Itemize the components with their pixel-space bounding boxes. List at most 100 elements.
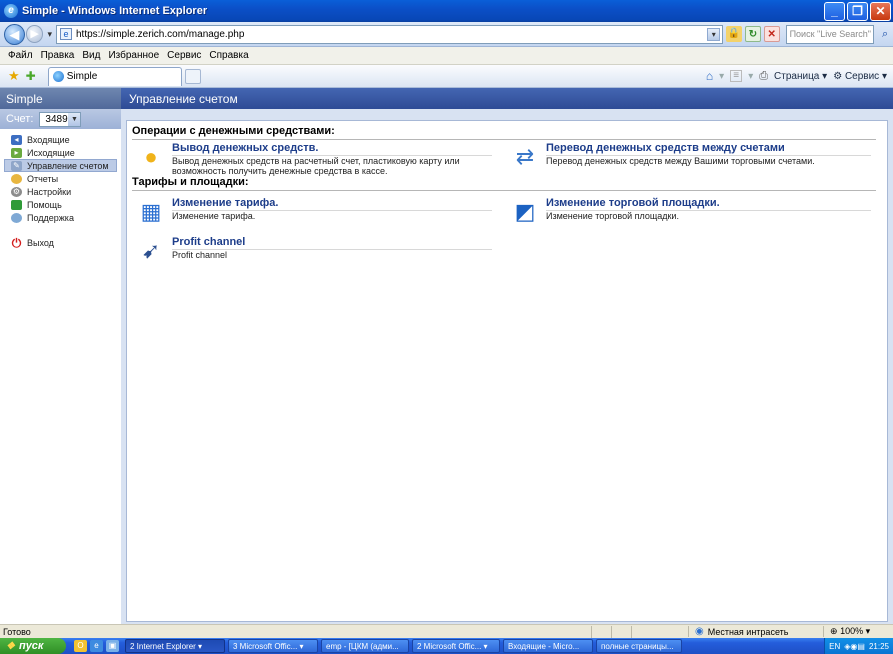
- sidebar: Счет: 3489 ▼ ◂ Входящие ▸ Исходящие ✎ Управ…: [0, 109, 121, 624]
- minimize-button[interactable]: _: [824, 1, 845, 21]
- sidebar-item-outbox[interactable]: ▸ Исходящие: [0, 146, 121, 159]
- reports-icon: [11, 173, 22, 184]
- history-dropdown-icon[interactable]: ▾: [47, 29, 52, 40]
- sidebar-item-label: Входящие: [27, 134, 70, 145]
- taskbar-item-inbox[interactable]: Входящие - Micro...: [503, 639, 593, 653]
- show-desktop-icon[interactable]: ▣: [106, 640, 119, 652]
- sidebar-item-manage[interactable]: ✎ Управление счетом: [4, 159, 117, 172]
- print-icon[interactable]: ⎙: [759, 70, 768, 83]
- title-bar[interactable]: e Simple - Windows Internet Explorer _ ❐…: [0, 0, 893, 22]
- globe-icon: ◉: [695, 626, 704, 637]
- tab-page-icon: [52, 71, 64, 82]
- ie-logo-icon: e: [4, 4, 18, 18]
- manage-icon: ✎: [11, 160, 22, 171]
- favorites-star-icon[interactable]: ★: [8, 68, 20, 84]
- taskbar-item-office2[interactable]: 2 Microsoft Offic... ▾: [412, 639, 500, 653]
- address-field[interactable]: e https://simple.zerich.com/manage.php ▾: [55, 24, 724, 44]
- taskbar-item-label: Входящие - Micro...: [508, 641, 580, 651]
- search-input[interactable]: Поиск "Live Search": [785, 24, 875, 44]
- page-icon: e: [59, 28, 72, 40]
- sidebar-item-label: Помощь: [27, 199, 62, 210]
- menu-favorites[interactable]: Избранное: [108, 50, 159, 61]
- taskbar-item-label: 2 Internet Explorer: [130, 641, 196, 651]
- lock-icon[interactable]: 🔒: [726, 26, 743, 42]
- tab-bar: ★ ✚ Simple ⌂ ▾ ≡ ▾ ⎙ Страница ▾ ⚙ Сервис…: [0, 65, 893, 88]
- sidebar-item-label: Поддержка: [27, 212, 74, 223]
- withdraw-link[interactable]: Вывод денежных средств.: [172, 142, 492, 156]
- taskbar-item-pages[interactable]: полные страницы...: [596, 639, 682, 653]
- taskbar-item-label: полные страницы...: [601, 641, 674, 651]
- platform-item[interactable]: ◩ Изменение торговой площадки. Изменение…: [506, 197, 876, 227]
- support-icon: [11, 212, 22, 223]
- zone-label: Местная интрасеть: [707, 626, 789, 637]
- search-icon[interactable]: ⌕: [877, 26, 893, 42]
- menu-edit[interactable]: Правка: [41, 50, 75, 61]
- security-zone[interactable]: ◉ Местная интрасеть: [688, 626, 823, 637]
- outlook-icon[interactable]: O: [74, 640, 87, 652]
- settings-icon: ⚙: [11, 186, 22, 197]
- inbox-icon: ◂: [11, 134, 22, 145]
- forward-button[interactable]: ▶: [25, 25, 44, 43]
- system-tray: EN ◈◉▤ 21:25: [824, 638, 893, 654]
- tools-menu[interactable]: ⚙ Сервис ▾: [833, 71, 887, 82]
- back-button[interactable]: ◀: [4, 23, 25, 45]
- platform-icon: ◩: [514, 199, 536, 224]
- menu-bar: Файл Правка Вид Избранное Сервис Справка: [0, 47, 893, 65]
- sidebar-item-label: Настройки: [27, 186, 72, 197]
- profit-channel-link[interactable]: Profit channel: [172, 236, 492, 250]
- tray-icons[interactable]: ◈◉▤: [844, 642, 865, 651]
- taskbar-item-office[interactable]: 3 Microsoft Offic... ▾: [228, 639, 318, 653]
- platform-link[interactable]: Изменение торговой площадки.: [546, 197, 871, 211]
- sidebar-item-reports[interactable]: Отчеты: [0, 172, 121, 185]
- status-cell: [630, 625, 651, 638]
- sidebar-item-help[interactable]: Помощь: [0, 198, 121, 211]
- new-tab-button[interactable]: [184, 68, 201, 84]
- menu-file[interactable]: Файл: [8, 50, 33, 61]
- zoom-control[interactable]: ⊕ 100% ▾: [823, 626, 893, 637]
- profit-channel-icon: ➹: [141, 238, 161, 263]
- clock[interactable]: 21:25: [869, 642, 889, 651]
- sidebar-item-label: Исходящие: [27, 147, 75, 158]
- close-button[interactable]: ✕: [870, 1, 891, 21]
- stop-icon[interactable]: ✕: [763, 26, 780, 42]
- windows-flag-icon: ❖: [6, 640, 15, 652]
- address-dropdown-icon[interactable]: ▾: [707, 27, 721, 41]
- tab-simple[interactable]: Simple: [47, 66, 182, 86]
- status-bar: Готово ◉ Местная интрасеть ⊕ 100% ▾: [0, 624, 893, 638]
- menu-tools[interactable]: Сервис: [167, 50, 201, 61]
- tariff-link[interactable]: Изменение тарифа.: [172, 197, 492, 211]
- withdraw-item[interactable]: ● Вывод денежных средств. Вывод денежных…: [132, 142, 502, 176]
- sidebar-item-inbox[interactable]: ◂ Входящие: [0, 133, 121, 146]
- logout-link[interactable]: ⏻ Выход: [0, 236, 121, 249]
- feeds-icon[interactable]: ≡: [730, 70, 743, 82]
- window-title: Simple - Windows Internet Explorer: [22, 5, 208, 17]
- outbox-icon: ▸: [11, 147, 22, 158]
- start-button[interactable]: ❖ пуск: [0, 638, 66, 654]
- menu-help[interactable]: Справка: [209, 50, 248, 61]
- page-menu[interactable]: Страница ▾: [774, 71, 827, 82]
- profit-channel-item[interactable]: ➹ Profit channel Profit channel: [132, 236, 502, 266]
- command-separator: ▾: [748, 70, 754, 82]
- tariff-item[interactable]: ▦ Изменение тарифа. Изменение тарифа.: [132, 197, 502, 227]
- transfer-item[interactable]: ⇄ Перевод денежных средств между счетами…: [506, 142, 876, 172]
- sidebar-item-settings[interactable]: ⚙ Настройки: [0, 185, 121, 198]
- platform-desc: Изменение торговой площадки.: [546, 211, 679, 221]
- account-select[interactable]: 3489 ▼: [39, 111, 82, 127]
- sidebar-item-support[interactable]: Поддержка: [0, 211, 121, 224]
- menu-view[interactable]: Вид: [82, 50, 100, 61]
- home-icon[interactable]: ⌂: [706, 69, 713, 83]
- money-ops-grid: ● Вывод денежных средств. Вывод денежных…: [132, 140, 876, 176]
- taskbar-item-ie[interactable]: 2 Internet Explorer ▾: [125, 639, 225, 653]
- refresh-icon[interactable]: ↻: [745, 26, 761, 42]
- help-icon: [11, 199, 22, 210]
- language-indicator[interactable]: EN: [829, 642, 840, 651]
- taskbar-item-emp[interactable]: emp - [ЦКМ (адми...: [321, 639, 409, 653]
- taskbar-item-label: 3 Microsoft Offic...: [233, 641, 298, 651]
- transfer-link[interactable]: Перевод денежных средств между счетами: [546, 142, 871, 156]
- page-menu-label: Страница: [774, 70, 820, 82]
- add-favorite-icon[interactable]: ✚: [26, 69, 36, 83]
- content-frame: Операции с денежными средствами: ● Вывод…: [121, 109, 893, 624]
- maximize-button[interactable]: ❐: [847, 1, 868, 21]
- ie-icon[interactable]: e: [90, 640, 103, 652]
- chevron-down-icon[interactable]: ▼: [68, 112, 81, 126]
